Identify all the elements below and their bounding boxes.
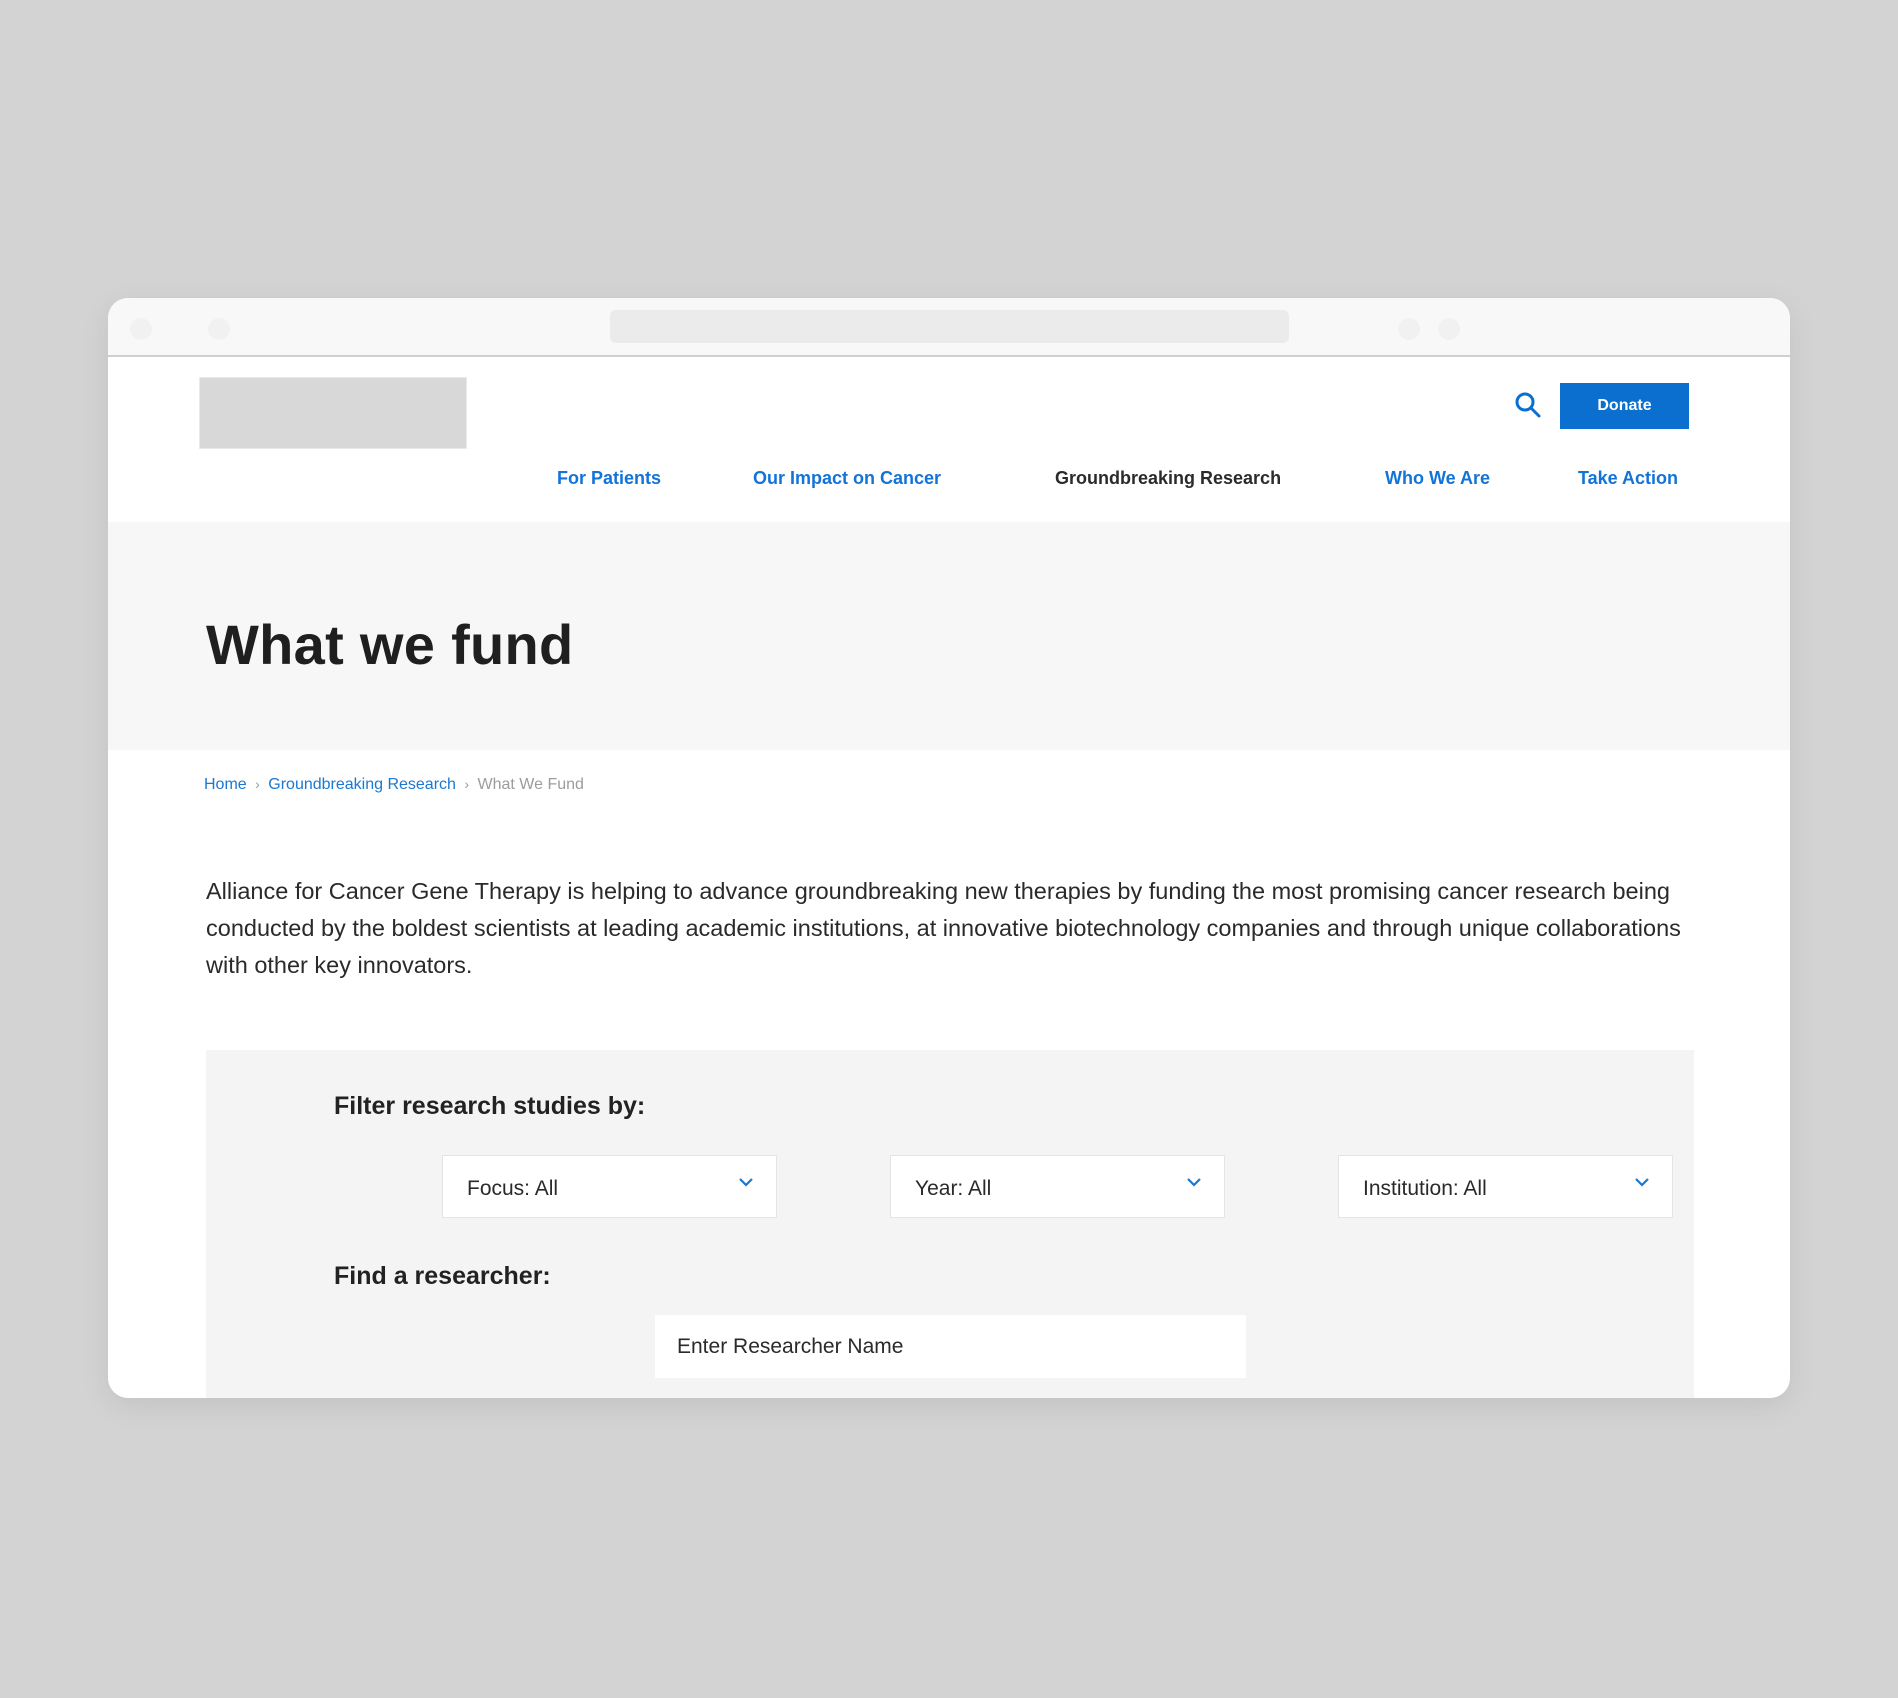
- browser-window: Donate For Patients Our Impact on Cancer…: [108, 298, 1790, 1398]
- nav-item-for-patients[interactable]: For Patients: [557, 468, 661, 489]
- focus-select-label: Focus: All: [467, 1177, 559, 1200]
- chevron-down-icon: [1635, 1178, 1649, 1187]
- find-researcher-heading: Find a researcher:: [334, 1262, 551, 1290]
- breadcrumb: Home › Groundbreaking Research › What We…: [204, 776, 584, 794]
- filter-panel: Filter research studies by: Focus: All Y…: [206, 1050, 1694, 1398]
- window-control-icon[interactable]: [208, 318, 230, 340]
- breadcrumb-current: What We Fund: [477, 776, 584, 793]
- browser-action-icon[interactable]: [1438, 318, 1460, 340]
- breadcrumb-separator: ›: [464, 776, 470, 792]
- page-title: What we fund: [206, 613, 574, 676]
- address-bar[interactable]: [610, 310, 1289, 343]
- chevron-down-icon: [739, 1178, 753, 1187]
- browser-action-icon[interactable]: [1398, 318, 1420, 340]
- site-header: Donate For Patients Our Impact on Cancer…: [108, 357, 1790, 522]
- chevron-down-icon: [1187, 1178, 1201, 1187]
- year-select[interactable]: Year: All: [890, 1155, 1225, 1218]
- researcher-name-input[interactable]: [655, 1315, 1246, 1378]
- institution-select-label: Institution: All: [1363, 1177, 1487, 1200]
- site-logo[interactable]: [199, 377, 467, 449]
- donate-button[interactable]: Donate: [1560, 383, 1689, 429]
- search-icon: [1515, 392, 1541, 418]
- institution-select[interactable]: Institution: All: [1338, 1155, 1673, 1218]
- intro-paragraph: Alliance for Cancer Gene Therapy is help…: [206, 878, 1681, 978]
- search-button[interactable]: [1513, 390, 1543, 420]
- nav-item-groundbreaking-research[interactable]: Groundbreaking Research: [1055, 468, 1281, 489]
- breadcrumb-home[interactable]: Home: [204, 776, 247, 793]
- nav-item-our-impact[interactable]: Our Impact on Cancer: [753, 468, 941, 489]
- hero-banner: What we fund: [108, 522, 1790, 750]
- nav-item-take-action[interactable]: Take Action: [1578, 468, 1678, 489]
- nav-item-who-we-are[interactable]: Who We Are: [1385, 468, 1490, 489]
- filter-heading: Filter research studies by:: [334, 1092, 646, 1120]
- window-control-icon[interactable]: [130, 318, 152, 340]
- breadcrumb-groundbreaking-research[interactable]: Groundbreaking Research: [268, 776, 456, 793]
- main-nav: For Patients Our Impact on Cancer Ground…: [108, 468, 1790, 498]
- year-select-label: Year: All: [915, 1177, 992, 1200]
- browser-chrome: [108, 298, 1790, 357]
- breadcrumb-separator: ›: [255, 776, 260, 792]
- focus-select[interactable]: Focus: All: [442, 1155, 777, 1218]
